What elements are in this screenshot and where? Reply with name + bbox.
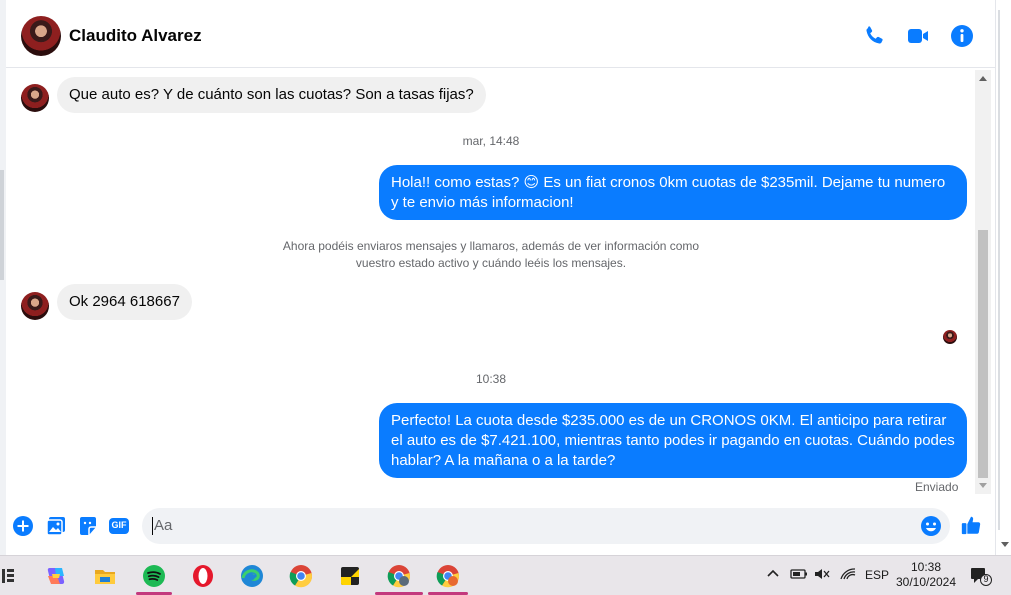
notification-center-icon[interactable]: 9 [970, 566, 992, 586]
video-icon[interactable] [906, 24, 930, 48]
message-status: Enviado [915, 480, 959, 494]
seen-indicator-avatar [943, 330, 957, 344]
message-bubble-outgoing[interactable]: Hola!! como estas? 😊 Es un fiat cronos 0… [379, 165, 967, 220]
notification-count-badge: 9 [983, 574, 989, 584]
sender-avatar[interactable] [21, 292, 49, 320]
sender-avatar[interactable] [21, 84, 49, 112]
windows-taskbar: ESP 10:38 30/10/2024 9 [0, 555, 1011, 595]
chat-notice: Ahora podéis enviaros mensajes y llamaro… [282, 239, 700, 270]
speaker-muted-icon[interactable] [814, 567, 830, 584]
clock-time: 10:38 [910, 560, 942, 574]
chrome-profile-icon[interactable] [375, 562, 423, 595]
battery-icon[interactable] [790, 567, 808, 584]
text-caret [152, 517, 153, 535]
plus-icon[interactable] [12, 515, 34, 537]
contact-name[interactable]: Claudito Alvarez [69, 26, 202, 46]
image-icon[interactable] [45, 515, 67, 537]
message-bubble-outgoing[interactable]: Perfecto! La cuota desde $235.000 es de … [379, 403, 967, 478]
copilot-icon[interactable] [42, 562, 70, 590]
message-scrollbar[interactable] [975, 70, 991, 494]
timestamp: 10:38 [475, 372, 507, 386]
clock-date: 30/10/2024 [895, 575, 957, 589]
thumbs-up-icon[interactable] [960, 514, 984, 538]
chrome-profile-2-icon[interactable] [428, 562, 468, 595]
scroll-down-arrow-icon[interactable] [1001, 542, 1009, 547]
message-input-placeholder: Aa [154, 517, 173, 534]
message-composer: GIF Aa [6, 504, 995, 548]
phone-icon[interactable] [862, 24, 886, 48]
edge-icon[interactable] [238, 562, 266, 590]
sticker-icon[interactable] [77, 515, 99, 537]
emoji-icon[interactable] [920, 515, 942, 537]
message-bubble-incoming[interactable]: Ok 2964 618667 [57, 284, 192, 320]
contact-avatar[interactable] [21, 16, 61, 56]
scroll-up-arrow-icon[interactable] [979, 76, 987, 81]
show-hidden-icons-chevron-icon[interactable] [766, 566, 780, 583]
file-explorer-icon[interactable] [91, 562, 119, 590]
spotify-icon[interactable] [136, 562, 172, 595]
scroll-thumb[interactable] [978, 230, 988, 478]
gif-label: GIF [111, 520, 127, 530]
info-icon[interactable] [950, 24, 974, 48]
task-view-icon[interactable] [0, 562, 20, 590]
message-bubble-incoming[interactable]: Que auto es? Y de cuánto son las cuotas?… [57, 77, 486, 113]
message-input[interactable]: Aa [142, 508, 950, 544]
timestamp: mar, 14:48 [462, 134, 520, 148]
language-indicator[interactable]: ESP [865, 568, 889, 582]
sticky-notes-icon[interactable] [336, 562, 364, 590]
wifi-icon[interactable] [840, 567, 856, 584]
opera-icon[interactable] [189, 562, 217, 590]
chrome-icon[interactable] [287, 562, 315, 590]
chat-header: Claudito Alvarez [6, 4, 995, 68]
background-window-edge [995, 0, 1011, 555]
scroll-down-arrow-icon[interactable] [979, 483, 987, 488]
gif-icon[interactable]: GIF [108, 515, 130, 537]
taskbar-clock[interactable]: 10:38 30/10/2024 [892, 560, 960, 590]
messenger-chat-window: Claudito Alvarez Que auto es? Y de cuánt… [6, 4, 995, 555]
